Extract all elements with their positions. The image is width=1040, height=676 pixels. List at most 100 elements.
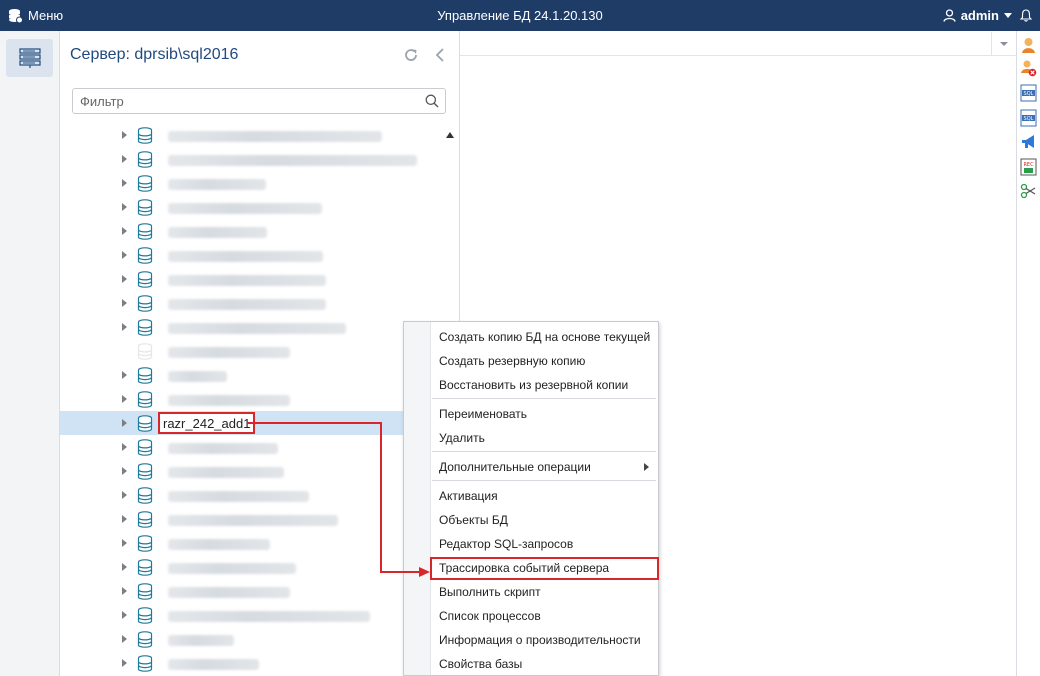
expand-arrow-icon[interactable] xyxy=(122,491,127,499)
tree-row[interactable] xyxy=(60,243,404,267)
tabs-dropdown-button[interactable] xyxy=(991,32,1015,56)
expand-arrow-icon[interactable] xyxy=(122,179,127,187)
tree-row[interactable] xyxy=(60,627,404,651)
tree-row[interactable] xyxy=(60,603,404,627)
caret-down-icon xyxy=(1004,13,1012,18)
sql-icon-2[interactable]: SQL xyxy=(1020,109,1037,127)
menu-item-backup[interactable]: Создать резервную копию xyxy=(439,352,585,370)
expand-arrow-icon[interactable] xyxy=(122,299,127,307)
tree-row[interactable] xyxy=(60,531,404,555)
expand-arrow-icon[interactable] xyxy=(122,131,127,139)
chevron-down-icon xyxy=(1000,42,1008,46)
expand-arrow-icon[interactable] xyxy=(122,515,127,523)
bell-icon[interactable] xyxy=(1020,9,1032,22)
menu-item-process-list[interactable]: Список процессов xyxy=(439,607,541,625)
server-title: Сервер: dprsib\sql2016 xyxy=(70,46,239,63)
tree-row[interactable] xyxy=(60,651,404,675)
tree-row[interactable] xyxy=(60,267,404,291)
database-icon xyxy=(137,199,153,216)
database-name: razr_242_add1 xyxy=(158,412,256,434)
tree-row[interactable] xyxy=(60,195,404,219)
blurred-database-name xyxy=(168,347,290,358)
collapse-panel-icon[interactable] xyxy=(434,47,446,63)
user-menu[interactable]: admin xyxy=(943,0,1012,31)
sql-icon[interactable]: SQL xyxy=(1020,84,1037,102)
database-stack-icon xyxy=(9,8,23,23)
menu-item-db-objects[interactable]: Объекты БД xyxy=(439,511,508,529)
database-icon xyxy=(137,319,153,336)
svg-text:SQL: SQL xyxy=(1024,116,1034,122)
expand-arrow-icon[interactable] xyxy=(122,323,127,331)
user-icon[interactable] xyxy=(1020,36,1037,54)
expand-arrow-icon[interactable] xyxy=(122,467,127,475)
servers-view-button[interactable] xyxy=(6,39,53,77)
blurred-database-name xyxy=(168,515,338,526)
tree-row[interactable] xyxy=(60,147,417,171)
expand-arrow-icon[interactable] xyxy=(122,563,127,571)
database-icon xyxy=(137,511,153,528)
expand-arrow-icon[interactable] xyxy=(122,203,127,211)
scissors-icon[interactable] xyxy=(1020,182,1037,200)
right-toolbar: SQL SQL REC xyxy=(1016,31,1040,676)
menu-item-run-script[interactable]: Выполнить скрипт xyxy=(439,583,541,601)
tree-row[interactable] xyxy=(60,507,404,531)
tree-row[interactable] xyxy=(60,483,404,507)
menu-item-create-copy[interactable]: Создать копию БД на основе текущей xyxy=(439,328,650,346)
menu-item-sql-editor[interactable]: Редактор SQL-запросов xyxy=(439,535,573,553)
tree-row[interactable] xyxy=(60,579,404,603)
tree-row[interactable] xyxy=(60,555,404,579)
expand-arrow-icon[interactable] xyxy=(122,443,127,451)
expand-arrow-icon[interactable] xyxy=(122,275,127,283)
expand-arrow-icon[interactable] xyxy=(122,659,127,667)
svg-text:SQL: SQL xyxy=(1024,91,1034,97)
tree-row[interactable] xyxy=(60,339,404,363)
search-icon[interactable] xyxy=(425,94,439,108)
expand-arrow-icon[interactable] xyxy=(122,395,127,403)
menu-item-delete[interactable]: Удалить xyxy=(439,429,485,447)
tree-row[interactable] xyxy=(60,387,404,411)
blurred-database-name xyxy=(168,395,290,406)
blurred-database-name xyxy=(168,131,382,142)
filter-input[interactable] xyxy=(80,93,410,109)
database-icon xyxy=(137,631,153,648)
menu-item-extra-operations[interactable]: Дополнительные операции xyxy=(439,458,591,476)
context-menu: Создать копию БД на основе текущей Создат… xyxy=(403,321,659,676)
tree-row[interactable] xyxy=(60,315,404,339)
scroll-up-arrow[interactable] xyxy=(446,131,454,139)
blurred-database-name xyxy=(168,539,270,550)
menu-separator xyxy=(432,451,656,452)
expand-arrow-icon[interactable] xyxy=(122,251,127,259)
highlight-box xyxy=(430,557,659,580)
tree-row[interactable] xyxy=(60,219,404,243)
blurred-database-name xyxy=(168,659,259,670)
tree-row[interactable] xyxy=(60,435,404,459)
menu-item-rename[interactable]: Переименовать xyxy=(439,405,527,423)
menu-item-performance-info[interactable]: Информация о производительности xyxy=(439,631,641,649)
tree-row[interactable] xyxy=(60,291,404,315)
tree-row-selected[interactable]: razr_242_add1 xyxy=(60,411,404,435)
expand-arrow-icon[interactable] xyxy=(122,539,127,547)
expand-arrow-icon[interactable] xyxy=(122,155,127,163)
refresh-icon[interactable] xyxy=(403,47,419,63)
menu-item-db-properties[interactable]: Свойства базы xyxy=(439,655,522,673)
tree-row[interactable] xyxy=(60,363,404,387)
tree-row[interactable] xyxy=(60,459,404,483)
database-icon xyxy=(137,223,153,240)
tree-row[interactable] xyxy=(60,171,404,195)
expand-arrow-icon[interactable] xyxy=(122,419,127,427)
blurred-database-name xyxy=(168,275,326,286)
expand-arrow-icon[interactable] xyxy=(122,227,127,235)
expand-arrow-icon[interactable] xyxy=(122,371,127,379)
expand-arrow-icon[interactable] xyxy=(122,587,127,595)
menu-item-activation[interactable]: Активация xyxy=(439,487,498,505)
server-list-icon xyxy=(18,48,41,68)
alert-user-icon[interactable] xyxy=(1020,59,1037,77)
rec-icon[interactable]: REC xyxy=(1020,158,1037,176)
main-menu-button[interactable]: Меню xyxy=(8,0,63,31)
database-icon xyxy=(137,559,153,576)
expand-arrow-icon[interactable] xyxy=(122,635,127,643)
expand-arrow-icon[interactable] xyxy=(122,611,127,619)
menu-item-restore[interactable]: Восстановить из резервной копии xyxy=(439,376,628,394)
tree-row[interactable] xyxy=(60,123,404,147)
megaphone-icon[interactable] xyxy=(1020,133,1037,151)
